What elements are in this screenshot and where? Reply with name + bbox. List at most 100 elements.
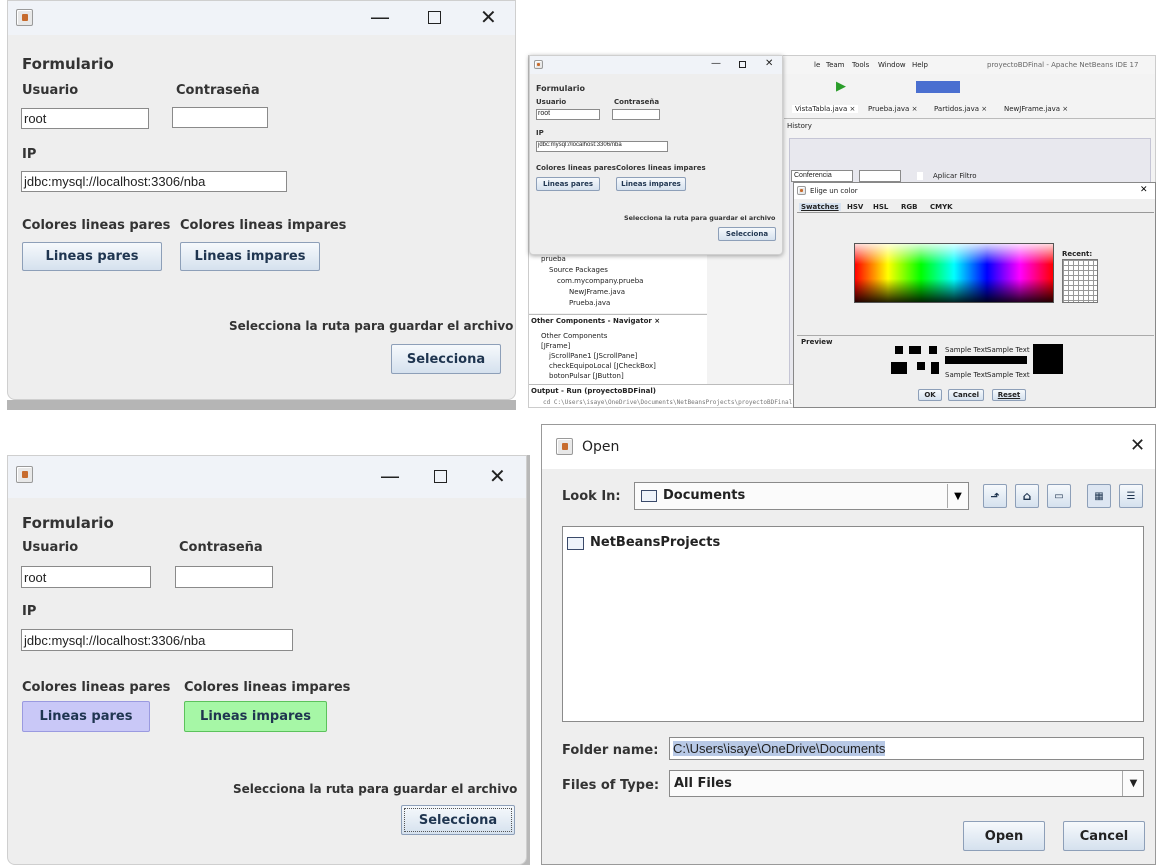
user-field[interactable]: root <box>536 109 600 120</box>
tab-cmyk[interactable]: CMYK <box>930 203 953 211</box>
details-view-icon[interactable]: ☰ <box>1119 484 1143 508</box>
look-in-dropdown[interactable]: ▼ <box>947 484 968 508</box>
up-folder-icon[interactable]: ⬏ <box>983 484 1007 508</box>
even-lines-button[interactable]: Lineas pares <box>22 701 150 732</box>
tab-rgb[interactable]: RGB <box>901 203 917 211</box>
minimize-icon[interactable]: — <box>711 59 721 69</box>
select-path-button[interactable]: Selecciona <box>718 227 776 241</box>
form-title: Formulario <box>536 84 585 93</box>
chooser-reset-button[interactable]: Reset <box>992 389 1026 401</box>
odd-lines-button[interactable]: Lineas impares <box>180 242 320 271</box>
open-title: Open <box>582 439 620 455</box>
folder-name-field[interactable]: C:\Users\isaye\OneDrive\Documents <box>669 737 1144 760</box>
new-folder-icon[interactable]: ▭ <box>1047 484 1071 508</box>
home-icon[interactable]: ⌂ <box>1015 484 1039 508</box>
odd-lines-button[interactable]: Lineas impares <box>184 701 327 732</box>
tree-item[interactable]: prueba <box>541 255 566 263</box>
select-path-button[interactable]: Selecciona <box>391 344 501 374</box>
navigator-item[interactable]: [JFrame] <box>541 342 570 350</box>
file-list[interactable]: NetBeansProjects <box>562 526 1144 722</box>
open-title-bar: Open ✕ <box>542 425 1155 469</box>
open-button[interactable]: Open <box>963 821 1045 851</box>
conferencia-combo[interactable] <box>859 170 901 182</box>
maximize-icon[interactable] <box>428 11 441 24</box>
chooser-title: Elige un color <box>810 187 858 195</box>
tab-vistatabla[interactable]: VistaTabla.java × <box>792 105 859 113</box>
tree-item[interactable]: Source Packages <box>549 266 608 274</box>
look-in-value: Documents <box>663 488 746 503</box>
preview-label: Preview <box>801 338 833 346</box>
tree-item[interactable]: com.mycompany.prueba <box>557 277 643 285</box>
preview-panel: Preview Sample Text Sample Text Sample T… <box>797 335 1154 383</box>
ip-field[interactable]: jdbc:mysql://localhost:3306/nba <box>21 171 287 192</box>
maximize-icon[interactable] <box>434 470 447 483</box>
navigator-panel: Other Components - Navigator × Other Com… <box>529 314 707 384</box>
chooser-ok-button[interactable]: OK <box>918 389 942 401</box>
history-tab[interactable]: History <box>787 122 812 130</box>
preview-swatch <box>891 362 907 374</box>
tab-hsl[interactable]: HSL <box>873 203 888 211</box>
ip-field[interactable]: jdbc:mysql://localhost:3306/nba <box>536 141 668 152</box>
even-colors-label: Colores lineas pares <box>536 164 616 172</box>
close-icon[interactable]: ✕ <box>489 466 506 486</box>
minimize-icon[interactable]: — <box>380 466 400 486</box>
output-title: Output - Run (proyectoBDFinal) <box>531 387 656 395</box>
password-field[interactable] <box>175 566 273 588</box>
preview-swatch <box>929 346 937 354</box>
tab-swatches[interactable]: Swatches <box>799 203 841 211</box>
even-colors-label: Colores lineas pares <box>22 680 171 695</box>
chooser-cancel-button[interactable]: Cancel <box>948 389 984 401</box>
maximize-icon[interactable] <box>739 61 746 68</box>
menu-item-team[interactable]: Team <box>826 61 845 69</box>
cancel-button[interactable]: Cancel <box>1063 821 1145 851</box>
save-path-label: Selecciona la ruta para guardar el archi… <box>229 319 514 333</box>
menu-item-help[interactable]: Help <box>912 61 928 69</box>
navigator-item[interactable]: botonPulsar [JButton] <box>549 372 624 380</box>
run-icon[interactable]: ▶ <box>836 79 846 94</box>
files-type-combo[interactable]: All Files ▼ <box>669 770 1144 797</box>
tab-newjframe[interactable]: NewJFrame.java × <box>1004 105 1068 113</box>
files-type-label: Files of Type: <box>562 778 660 793</box>
tab-prueba[interactable]: Prueba.java × <box>868 105 917 113</box>
odd-lines-button[interactable]: Lineas impares <box>616 177 686 191</box>
menu-item[interactable]: le <box>814 61 820 69</box>
form-window-original: — ✕ Formulario Usuario Contraseña root I… <box>7 0 516 400</box>
form-window-colored: — ✕ Formulario Usuario Contraseña root I… <box>7 455 527 865</box>
tab-partidos[interactable]: Partidos.java × <box>934 105 987 113</box>
user-label: Usuario <box>22 540 79 555</box>
look-in-combo[interactable]: Documents <box>634 482 969 510</box>
close-icon[interactable]: ✕ <box>1140 185 1148 195</box>
ip-field[interactable]: jdbc:mysql://localhost:3306/nba <box>21 629 293 651</box>
navigator-title: Other Components - Navigator × <box>531 317 661 325</box>
chooser-title-bar: Elige un color ✕ <box>794 183 1155 199</box>
dropdown-arrow-icon[interactable]: ▼ <box>1122 771 1143 796</box>
menu-item-tools[interactable]: Tools <box>852 61 869 69</box>
user-field[interactable]: root <box>21 566 151 588</box>
folder-item[interactable]: NetBeansProjects <box>590 535 720 550</box>
conferencia-field[interactable]: Conferencia <box>791 170 853 182</box>
close-icon[interactable]: ✕ <box>480 7 497 27</box>
user-field[interactable]: root <box>21 108 149 129</box>
password-field[interactable] <box>612 109 660 120</box>
select-path-button[interactable]: Selecciona <box>401 805 515 835</box>
tree-item[interactable]: Prueba.java <box>569 299 610 307</box>
recent-swatches[interactable] <box>1062 259 1098 303</box>
close-icon[interactable]: ✕ <box>1130 435 1145 456</box>
close-icon[interactable]: ✕ <box>765 59 773 69</box>
swatch-grid[interactable] <box>854 243 1054 303</box>
password-field[interactable] <box>172 107 268 128</box>
tab-hsv[interactable]: HSV <box>847 203 863 211</box>
list-view-icon[interactable]: ▦ <box>1087 484 1111 508</box>
aplicar-filtro-checkbox[interactable]: Aplicar Filtro <box>917 172 977 180</box>
even-lines-button[interactable]: Lineas pares <box>536 177 600 191</box>
menu-item-window[interactable]: Window <box>878 61 906 69</box>
navigator-item[interactable]: checkEquipoLocal [JCheckBox] <box>549 362 656 370</box>
sample-text: Sample Text <box>945 346 988 354</box>
navigator-item[interactable]: Other Components <box>541 332 607 340</box>
minimize-icon[interactable]: — <box>370 7 390 27</box>
form-title: Formulario <box>22 514 114 532</box>
even-colors-label: Colores lineas pares <box>22 218 171 233</box>
tree-item[interactable]: NewJFrame.java <box>569 288 625 296</box>
navigator-item[interactable]: jScrollPane1 [JScrollPane] <box>549 352 637 360</box>
even-lines-button[interactable]: Lineas pares <box>22 242 162 271</box>
